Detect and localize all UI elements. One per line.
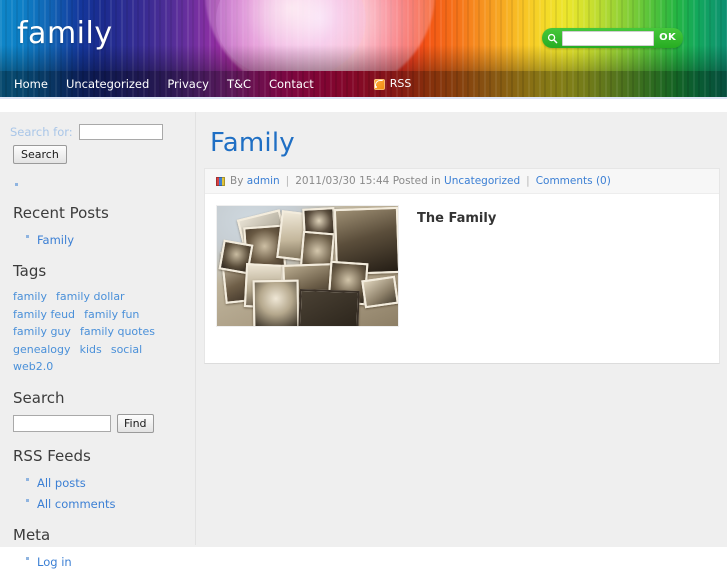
category-icon [216,176,225,186]
header-search[interactable]: OK [542,28,683,48]
nav-item-contact[interactable]: Contact [269,71,314,97]
sidebar-heading-search: Search [13,388,65,407]
post-meta-by-label: By [230,175,244,187]
post-category-link[interactable]: Uncategorized [444,175,520,187]
page-title: Family [210,128,295,158]
tag-social[interactable]: social [111,343,142,356]
nav-item-privacy[interactable]: Privacy [167,71,209,97]
tag-web20[interactable]: web2.0 [13,360,53,373]
tag-family-guy[interactable]: family guy [13,325,71,338]
main-content: Family By admin | 2011/03/30 15:44 Poste… [196,112,727,545]
sidebar-find-input[interactable] [13,414,111,432]
post-date: 2011/03/30 15:44 [295,175,390,187]
list-item: Log in [26,551,195,570]
sidebar-meta-list: Log in [0,551,195,570]
post-heading: The Family [417,211,497,226]
sidebar-search-label: Search for: [10,125,73,139]
rss-label: RSS [389,77,412,90]
sidebar-item-all-posts[interactable]: All posts [37,476,86,490]
rss-icon [373,78,385,90]
nav-item-tc[interactable]: T&C [227,71,251,97]
site-banner: family OK [0,0,727,71]
sidebar-search-input[interactable] [78,124,163,140]
sidebar-find-button[interactable]: Find [117,413,154,433]
nav-item-uncategorized[interactable]: Uncategorized [66,71,149,97]
post-body: The Family [205,194,719,345]
sidebar-heading-recent-posts: Recent Posts [13,204,109,222]
header-search-input[interactable] [562,30,655,46]
post-posted-in-label: Posted in [392,175,441,187]
tag-family-quotes[interactable]: family quotes [80,325,155,338]
post-panel: By admin | 2011/03/30 15:44 Posted in Un… [204,168,720,364]
post-meta: By admin | 2011/03/30 15:44 Posted in Un… [205,169,719,194]
tag-genealogy[interactable]: genealogy [13,343,71,356]
main-navigation: Home Uncategorized Privacy T&C Contact R… [0,71,727,97]
list-item [15,178,195,190]
tag-family[interactable]: family [13,290,47,303]
sidebar-recent-posts-list: Family [0,229,195,248]
sidebar-item-all-comments[interactable]: All comments [37,497,116,511]
list-item: All posts [26,472,195,491]
sidebar-search-button[interactable]: Search [13,145,67,164]
tag-family-dollar[interactable]: family dollar [56,290,125,303]
body-columns: Search for: Search Recent Posts Family T… [0,112,727,569]
panel-bottom-padding [205,345,719,363]
nav-item-rss[interactable]: RSS [373,71,412,97]
meta-separator: | [285,175,290,187]
post-author-link[interactable]: admin [247,175,280,187]
sidebar-heading-rss-feeds: RSS Feeds [13,446,91,465]
list-item: All comments [26,493,195,512]
header-bottom-band [0,97,727,112]
nav-item-home[interactable]: Home [14,71,48,97]
tag-kids[interactable]: kids [80,343,102,356]
post-comments-link[interactable]: Comments (0) [536,175,611,187]
sidebar-empty-list [0,178,195,190]
list-item: Family [26,229,195,248]
post-text-column: The Family [399,205,707,327]
sidebar-heading-tags: Tags [13,262,47,280]
sidebar-find-widget: Find [13,413,195,433]
page-footer [0,545,727,547]
sidebar-item-log-in[interactable]: Log in [37,555,72,569]
sidebar-search-widget: Search for: [0,112,195,140]
post-thumbnail[interactable] [216,205,399,327]
page-root: family OK Home Uncategorized Privacy T&C… [0,0,727,569]
site-title: family [17,16,113,51]
tag-family-feud[interactable]: family feud [13,308,75,321]
sidebar-heading-meta: Meta [13,525,51,544]
sidebar: Search for: Search Recent Posts Family T… [0,112,196,569]
meta-separator-2: | [526,175,530,187]
sidebar-rss-feeds-list: All posts All comments [0,472,195,512]
search-icon [545,30,560,46]
header-search-submit-button[interactable]: OK [656,28,681,48]
sidebar-item-family[interactable]: Family [37,233,74,247]
tag-family-fun[interactable]: family fun [84,308,139,321]
tag-cloud: family family dollar family feud family … [13,287,187,375]
